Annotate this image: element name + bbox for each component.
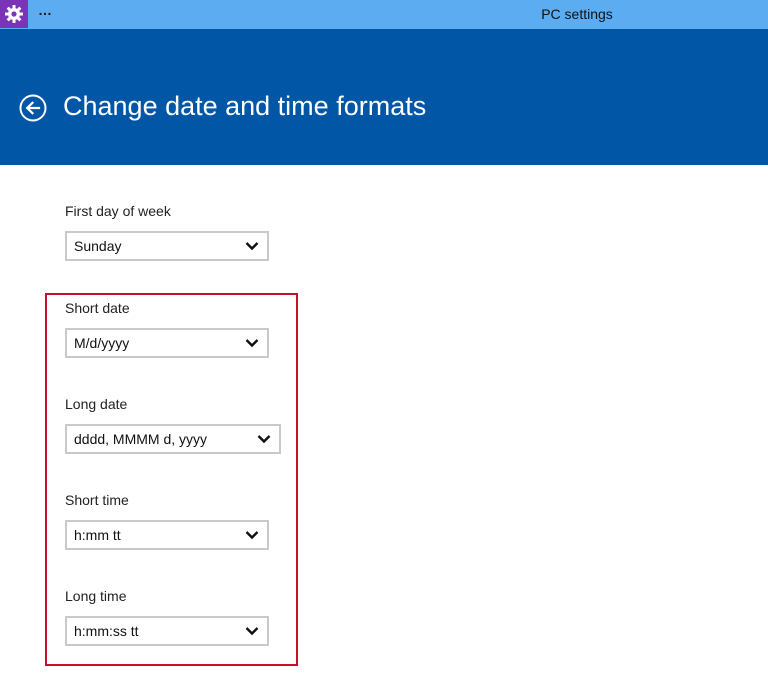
chevron-down-icon xyxy=(257,435,271,444)
chevron-down-icon xyxy=(245,627,259,636)
long-time-dropdown[interactable]: h:mm:ss tt xyxy=(65,616,269,646)
chevron-down-icon xyxy=(245,339,259,348)
long-date-dropdown[interactable]: dddd, MMMM d, yyyy xyxy=(65,424,281,454)
back-arrow-circle-icon xyxy=(19,94,47,122)
title-bar: … PC settings xyxy=(0,0,768,29)
long-date-value: dddd, MMMM d, yyyy xyxy=(74,431,208,447)
short-time-value: h:mm tt xyxy=(74,527,121,543)
long-time-value: h:mm:ss tt xyxy=(74,623,139,639)
short-date-value: M/d/yyyy xyxy=(74,335,130,351)
short-time-dropdown[interactable]: h:mm tt xyxy=(65,520,269,550)
chevron-down-icon xyxy=(245,242,259,251)
long-date-label: Long date xyxy=(65,396,128,412)
short-time-label: Short time xyxy=(65,492,129,508)
long-time-label: Long time xyxy=(65,588,127,604)
chevron-down-icon xyxy=(245,531,259,540)
first-day-of-week-dropdown[interactable]: Sunday xyxy=(65,231,269,261)
back-button[interactable] xyxy=(18,93,48,123)
page-header: Change date and time formats xyxy=(0,29,768,165)
short-date-dropdown[interactable]: M/d/yyyy xyxy=(65,328,269,358)
settings-content: First day of week Sunday Short date M/d/… xyxy=(0,165,768,674)
short-date-label: Short date xyxy=(65,300,130,316)
first-day-of-week-value: Sunday xyxy=(74,238,122,254)
first-day-of-week-label: First day of week xyxy=(65,203,171,219)
window-title: PC settings xyxy=(541,6,613,22)
page-title: Change date and time formats xyxy=(63,91,427,121)
